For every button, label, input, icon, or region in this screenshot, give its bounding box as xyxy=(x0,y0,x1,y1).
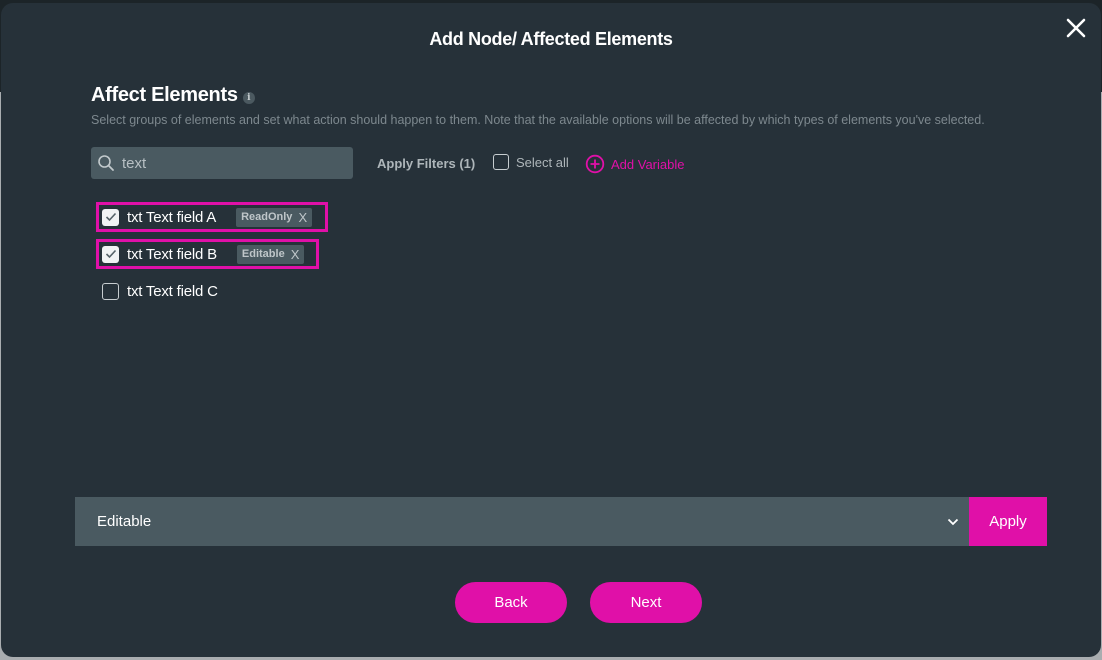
tag-label: Editable xyxy=(241,248,285,260)
close-icon xyxy=(1066,18,1086,38)
list-item[interactable]: txt Text field B Editable X xyxy=(96,239,319,269)
search-box[interactable] xyxy=(91,147,353,179)
action-bar: Editable Apply xyxy=(75,497,1047,546)
back-button[interactable]: Back xyxy=(455,582,567,623)
checkmark-icon xyxy=(105,212,116,222)
checkbox-unchecked[interactable] xyxy=(102,282,119,300)
next-button[interactable]: Next xyxy=(590,582,702,623)
section-title: Affect Elements xyxy=(91,84,238,106)
element-name: txt Text field C xyxy=(127,282,218,300)
checkbox-unchecked-icon[interactable] xyxy=(493,154,509,170)
remove-tag-button[interactable]: X xyxy=(298,210,307,225)
add-variable-label: Add Variable xyxy=(611,156,685,172)
search-input[interactable] xyxy=(120,153,344,173)
plus-circle-icon xyxy=(585,154,605,174)
apply-button[interactable]: Apply xyxy=(969,497,1047,546)
info-icon[interactable]: i xyxy=(242,91,255,104)
add-variable-button[interactable]: Add Variable xyxy=(585,154,684,174)
section-description: Select groups of elements and set what a… xyxy=(91,113,985,127)
dialog-title: Add Node/ Affected Elements xyxy=(429,29,673,49)
element-name: txt Text field B xyxy=(127,245,217,263)
select-all-label: Select all xyxy=(516,154,569,170)
tag-label: ReadOnly xyxy=(241,211,293,223)
search-icon xyxy=(98,155,114,171)
checkbox-checked[interactable] xyxy=(102,208,119,226)
apply-filters-button[interactable]: Apply Filters (1) xyxy=(377,156,475,171)
action-tag: ReadOnly X xyxy=(236,207,313,227)
list-item[interactable]: txt Text field A ReadOnly X xyxy=(96,202,328,232)
element-name: txt Text field A xyxy=(127,208,217,226)
chevron-down-icon xyxy=(947,518,959,525)
action-dropdown-value: Editable xyxy=(97,513,152,530)
action-tag: Editable X xyxy=(236,244,305,264)
section-heading: Affect Elements i xyxy=(91,84,255,107)
add-node-dialog: Add Node/ Affected Elements Affect Eleme… xyxy=(1,3,1101,657)
remove-tag-button[interactable]: X xyxy=(291,247,300,262)
checkbox-checked[interactable] xyxy=(102,245,119,263)
checkmark-icon xyxy=(105,249,116,259)
select-all-checkbox[interactable]: Select all xyxy=(493,154,569,170)
action-dropdown[interactable]: Editable xyxy=(75,497,969,546)
list-item[interactable]: txt Text field C xyxy=(96,276,222,306)
close-button[interactable] xyxy=(1065,17,1087,39)
